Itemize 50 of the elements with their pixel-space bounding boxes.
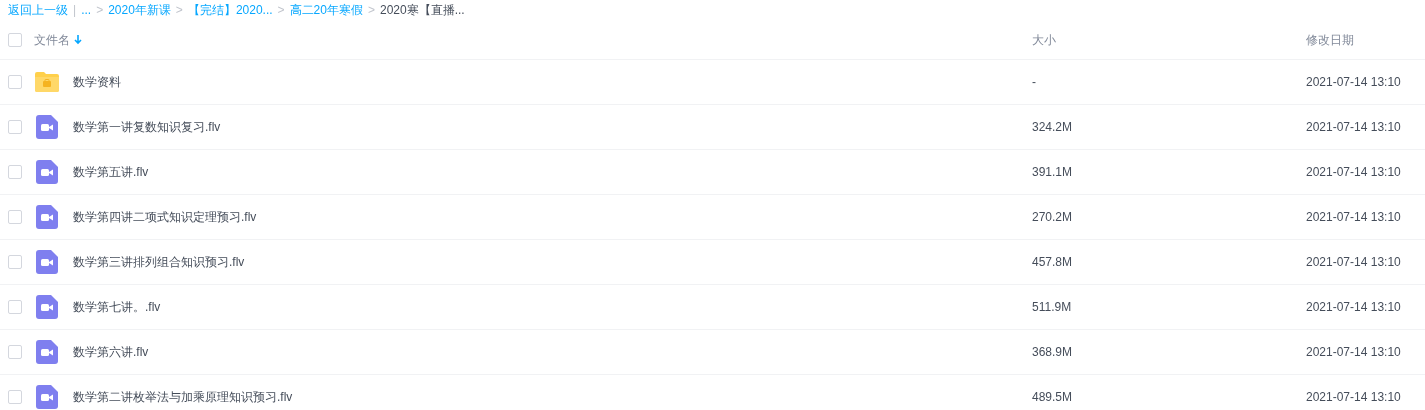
column-header[interactable]: 修改日期 [1306,30,1354,49]
checkbox[interactable] [8,390,22,404]
checkbox[interactable] [8,210,22,224]
file-size: - [1032,74,1037,91]
checkbox[interactable] [8,255,22,269]
modified-date: 2021-07-14 13:10 [1306,344,1401,361]
video-file-icon [36,340,58,364]
breadcrumb-separator: > [175,2,183,19]
file-name[interactable]: 数学资料 [73,73,121,91]
checkbox[interactable] [8,32,22,47]
checkbox[interactable] [8,345,22,359]
file-size: 511.9M [1032,299,1073,316]
breadcrumb-separator: > [96,2,104,19]
file-name[interactable]: 数学第七讲。.flv [73,298,161,316]
video-file-icon [36,250,58,274]
video-file-icon [36,205,58,229]
file-size: 270.2M [1032,209,1074,226]
modified-date: 2021-07-14 13:10 [1306,389,1401,406]
file-name[interactable]: 数学第五讲.flv [73,163,149,181]
modified-date: 2021-07-14 13:10 [1306,299,1401,316]
modified-date: 2021-07-14 13:10 [1306,164,1401,181]
checkbox[interactable] [8,165,22,179]
column-header[interactable]: 文件名 [34,30,70,49]
column-header[interactable]: 大小 [1032,30,1056,49]
file-size: 457.8M [1032,254,1074,271]
breadcrumb-current: 2020寒【直播... [379,2,465,19]
checkbox[interactable] [8,120,22,134]
file-size: 391.1M [1032,164,1074,181]
modified-date: 2021-07-14 13:10 [1306,74,1401,91]
checkbox[interactable] [8,300,22,314]
file-size: 324.2M [1032,119,1074,136]
video-file-icon [36,115,58,139]
file-name[interactable]: 数学第六讲.flv [73,343,149,361]
breadcrumb-separator: > [367,2,375,19]
breadcrumb-divider: | [73,2,77,19]
file-name[interactable]: 数学第一讲复数知识复习.flv [73,118,221,136]
sort-arrow-icon[interactable] [74,34,82,45]
file-name[interactable]: 数学第二讲枚举法与加乘原理知识预习.flv [73,388,293,406]
folder-icon [34,71,60,93]
video-file-icon [36,160,58,184]
file-name[interactable]: 数学第三讲排列组合知识预习.flv [73,253,245,271]
file-size: 489.5M [1032,389,1074,406]
file-size: 368.9M [1032,344,1074,361]
file-name[interactable]: 数学第四讲二项式知识定理预习.flv [73,208,257,226]
checkbox[interactable] [8,75,22,89]
breadcrumb-separator: > [277,2,285,19]
modified-date: 2021-07-14 13:10 [1306,209,1401,226]
modified-date: 2021-07-14 13:10 [1306,254,1401,271]
modified-date: 2021-07-14 13:10 [1306,119,1401,136]
video-file-icon [36,295,58,319]
